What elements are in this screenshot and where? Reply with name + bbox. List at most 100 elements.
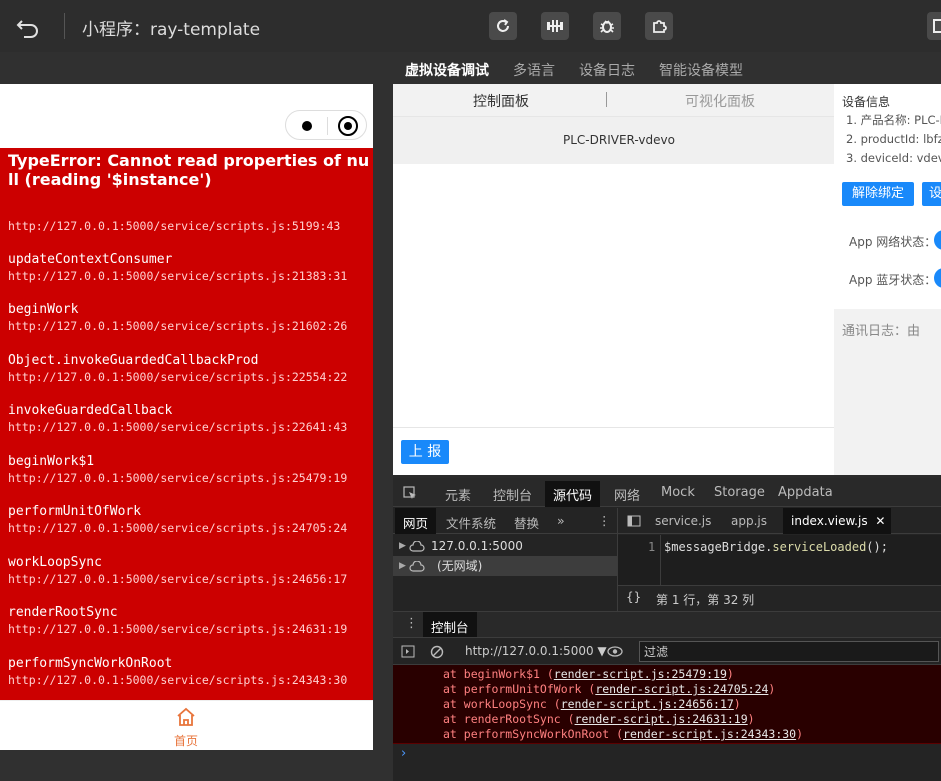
console-prompt[interactable]: ›: [401, 746, 406, 761]
settings-button[interactable]: 设置: [922, 182, 941, 206]
context-selector[interactable]: http://127.0.0.1:5000 ▼: [465, 644, 607, 658]
tab-i18n[interactable]: 多语言: [513, 60, 555, 80]
tab-filesystem[interactable]: 文件系统: [446, 513, 496, 532]
stack-source-link[interactable]: render-script.js:25479:19: [554, 667, 727, 681]
tab-appdata[interactable]: Appdata: [778, 485, 833, 500]
file-tab-service[interactable]: service.js: [655, 514, 711, 528]
console-stack-line: at workLoopSync (render-script.js:24656:…: [443, 697, 741, 711]
back-icon: [16, 20, 38, 38]
stack-end: ): [796, 727, 804, 741]
info-product-name: 1. 产品名称: PLC-DRIVER: [846, 113, 941, 127]
comm-log-label: 通讯日志：由: [842, 324, 921, 339]
back-button[interactable]: [14, 12, 42, 40]
debug-button[interactable]: [593, 12, 621, 40]
stack-source-link[interactable]: render-script.js:24631:19: [575, 712, 748, 726]
tab-network[interactable]: 网络: [614, 485, 640, 504]
file-tab-app[interactable]: app.js: [731, 514, 767, 528]
frame-function: workLoopSync: [8, 555, 102, 570]
expand-icon: ▶: [399, 541, 406, 551]
frame-url: http://127.0.0.1:5000/service/scripts.js…: [8, 269, 348, 283]
tab-control-panel[interactable]: 控制面板: [473, 91, 529, 111]
gutter-divider: [660, 535, 661, 585]
device-row[interactable]: PLC-DRIVER-vdevo: [393, 116, 834, 164]
cursor-position: 第 1 行，第 32 列: [656, 593, 755, 607]
close-tab-icon[interactable]: ✕: [875, 514, 885, 528]
sidebar-toggle-icon[interactable]: [401, 645, 415, 658]
window-button[interactable]: [927, 12, 941, 40]
tab-elements[interactable]: 元素: [445, 485, 471, 504]
capsule-menu[interactable]: [285, 110, 367, 140]
expand-icon: ▶: [399, 561, 406, 571]
tree-item-label: (无网域): [437, 559, 483, 573]
devtools-tabs: 元素 控制台 源代码 网络 Mock Storage Appdata: [393, 478, 941, 507]
stack-frame: beginWork$1 http://127.0.0.1:5000/service…: [8, 454, 370, 486]
plugin-button[interactable]: [645, 12, 673, 40]
more-tabs-button[interactable]: »: [557, 513, 565, 528]
frame-function: performSyncWorkOnRoot: [8, 656, 173, 671]
debug-icon: [600, 20, 614, 33]
tab-mock[interactable]: Mock: [661, 485, 695, 500]
code-editor[interactable]: 1 $messageBridge.serviceLoaded();: [618, 535, 941, 585]
file-tab-label: index.view.js: [791, 514, 868, 528]
window-icon: [933, 19, 941, 33]
report-button[interactable]: 上 报: [401, 440, 449, 464]
tab-page[interactable]: 网页: [395, 508, 437, 534]
bluetooth-status-label: App 蓝牙状态：: [849, 273, 937, 287]
console-error-message: at beginWork$1 (render-script.js:25479:1…: [393, 665, 941, 744]
inspect-icon[interactable]: [403, 486, 417, 500]
tab-virtual-device[interactable]: 虚拟设备调试: [405, 60, 489, 80]
kebab-menu-icon[interactable]: ⋮: [598, 513, 611, 528]
tab-console[interactable]: 控制台: [493, 485, 532, 504]
unbind-button[interactable]: 解除绑定: [842, 182, 914, 206]
drawer-menu-icon[interactable]: ⋮: [405, 616, 418, 631]
frame-function: Object.invokeGuardedCallbackProd: [8, 353, 259, 368]
stack-function: at beginWork$1 (: [443, 667, 554, 681]
panel-subtabs: 控制面板 可视化面板: [393, 84, 834, 116]
tab-home[interactable]: 首页: [163, 707, 209, 748]
stack-source-link[interactable]: render-script.js:24343:30: [623, 727, 796, 741]
stack-source-link[interactable]: render-script.js:24705:24: [595, 682, 768, 696]
tab-sources[interactable]: 源代码: [545, 481, 601, 507]
subtab-divider: [606, 92, 607, 107]
frame-url: http://127.0.0.1:5000/service/scripts.js…: [8, 673, 348, 687]
sources-panel: 网页 文件系统 替换 » ⋮ ▶ 127.0.0.1:5000 ▶ (无网域) …: [393, 508, 941, 611]
stack-end: ): [768, 682, 776, 696]
stack-frame: invokeGuardedCallback http://127.0.0.1:50…: [8, 403, 370, 435]
tree-item-localhost[interactable]: ▶ 127.0.0.1:5000: [393, 536, 617, 556]
frame-url: http://127.0.0.1:5000/service/scripts.js…: [8, 319, 348, 333]
pretty-print-icon[interactable]: {}: [626, 590, 641, 604]
home-icon: [177, 707, 195, 726]
tab-bar: 首页: [0, 700, 373, 750]
tab-visual-panel[interactable]: 可视化面板: [685, 91, 755, 111]
error-title: TypeError: Cannot read properties of nul…: [8, 151, 370, 189]
line-number: 1: [648, 540, 656, 554]
tree-item-no-domain[interactable]: ▶ (无网域): [393, 556, 617, 576]
stack-end: ): [726, 667, 734, 681]
device-name: PLC-DRIVER-vdevo: [563, 133, 675, 147]
tab-overrides[interactable]: 替换: [514, 513, 539, 532]
tab-device-model[interactable]: 智能设备模型: [659, 60, 743, 80]
frame-function: renderRootSync: [8, 605, 118, 620]
compile-button[interactable]: [541, 12, 569, 40]
console-stack-line: at performSyncWorkOnRoot (render-script.…: [443, 727, 803, 741]
frame-function: updateContextConsumer: [8, 252, 173, 267]
eye-icon[interactable]: [607, 646, 623, 657]
more-icon[interactable]: [302, 121, 312, 131]
code-function: serviceLoaded: [772, 540, 867, 554]
drawer-tab-console[interactable]: 控制台: [423, 612, 477, 638]
close-icon[interactable]: [338, 116, 358, 136]
console-toolbar: http://127.0.0.1:5000 ▼: [393, 637, 941, 665]
toggle-navigator-icon[interactable]: [627, 515, 641, 527]
clear-console-icon[interactable]: [430, 645, 444, 659]
devtools: 元素 控制台 源代码 网络 Mock Storage Appdata 网页 文件…: [393, 478, 941, 781]
refresh-button[interactable]: [489, 12, 517, 40]
tab-storage[interactable]: Storage: [714, 485, 765, 500]
file-tab-index-view[interactable]: index.view.js ✕: [783, 508, 892, 534]
stack-source-link[interactable]: render-script.js:24656:17: [561, 697, 734, 711]
plugin-icon: [653, 20, 667, 33]
stack-frame: performUnitOfWork http://127.0.0.1:5000/s…: [8, 504, 370, 536]
console-stack-line: at beginWork$1 (render-script.js:25479:1…: [443, 667, 734, 681]
tab-device-log[interactable]: 设备日志: [579, 60, 635, 80]
filter-input[interactable]: [639, 641, 939, 662]
top-toolbar: 小程序：ray-template: [0, 0, 941, 52]
